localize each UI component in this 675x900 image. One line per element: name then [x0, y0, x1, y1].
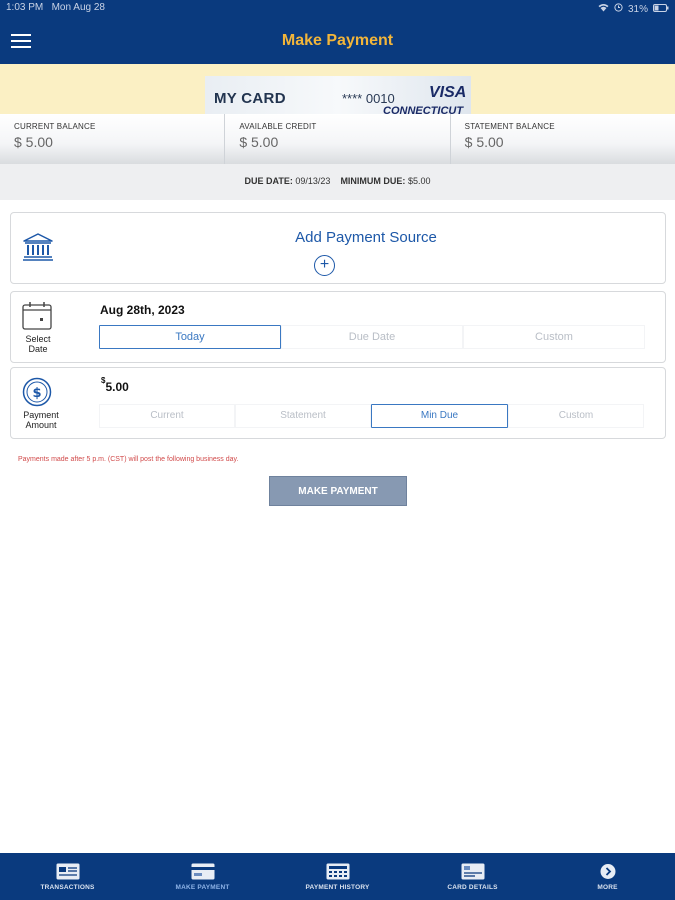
svg-text:$: $ — [32, 386, 41, 401]
visa-logo: VISA — [429, 84, 467, 101]
available-credit: AVAILABLE CREDIT $ 5.00 — [225, 114, 451, 164]
due-date-label: DUE DATE: — [244, 176, 293, 186]
due-date-value: 09/13/23 — [295, 176, 331, 186]
chevron-right-circle-icon — [596, 863, 620, 880]
alarm-icon — [614, 3, 623, 15]
nav-card-details[interactable]: CARD DETAILS — [405, 853, 540, 900]
card-list-icon — [56, 863, 80, 880]
calculator-icon — [326, 863, 350, 880]
select-date-label: Select Date — [25, 334, 51, 354]
date-option-due-date[interactable]: Due Date — [281, 325, 463, 349]
nav-make-payment[interactable]: MAKE PAYMENT — [135, 853, 270, 900]
nav-label: MORE — [597, 884, 618, 891]
nav-payment-history[interactable]: PAYMENT HISTORY — [270, 853, 405, 900]
due-info: DUE DATE: 09/13/23 MINIMUM DUE: $5.00 — [0, 164, 675, 200]
card-image: MY CARD **** 0010 VISA CONNECTICUT — [205, 76, 471, 114]
balance-summary: CURRENT BALANCE $ 5.00 AVAILABLE CREDIT … — [0, 114, 675, 164]
nav-label: TRANSACTIONS — [40, 884, 95, 891]
bank-icon — [22, 232, 54, 262]
statement-balance: STATEMENT BALANCE $ 5.00 — [451, 114, 675, 164]
app: 1:03 PM Mon Aug 28 31% Make Payment MY C… — [0, 0, 675, 900]
balance-value: $ 5.00 — [464, 134, 504, 150]
page-title: Make Payment — [281, 32, 394, 49]
select-date-panel: Select Date Aug 28th, 2023 Today Due Dat… — [10, 291, 666, 363]
wifi-icon — [598, 3, 609, 15]
amount-option-current[interactable]: Current — [99, 404, 235, 428]
amount-option-min-due[interactable]: Min Due — [371, 404, 508, 428]
date-options: Today Due Date Custom — [99, 325, 645, 349]
card-icon — [191, 863, 215, 880]
payment-amount-label-line1: Payment — [23, 410, 59, 420]
balance-value: $ 5.00 — [14, 134, 53, 150]
currency-symbol: $ — [101, 376, 106, 385]
make-payment-button[interactable]: MAKE PAYMENT — [269, 476, 407, 506]
payment-amount-value: $5.00 — [101, 376, 129, 394]
balance-label: CURRENT BALANCE — [14, 122, 96, 131]
top-bar: 1:03 PM Mon Aug 28 31% Make Payment — [0, 0, 675, 64]
status-date: Mon Aug 28 — [51, 2, 105, 13]
amount-option-statement[interactable]: Statement — [235, 404, 371, 428]
dollar-circle-icon: $ — [22, 377, 52, 407]
nav-more[interactable]: MORE — [540, 853, 675, 900]
amount-number: 5.00 — [105, 380, 129, 394]
card-details-icon — [461, 863, 485, 880]
bottom-nav: TRANSACTIONS MAKE PAYMENT PAYMENT HISTOR… — [0, 853, 675, 900]
minimum-due-value: $5.00 — [407, 176, 431, 186]
payment-amount-label-line2: Amount — [25, 420, 57, 430]
cutoff-notice: Payments made after 5 p.m. (CST) will po… — [18, 456, 239, 463]
battery-level: 31% — [627, 3, 648, 15]
balance-value: $ 5.00 — [239, 134, 279, 150]
amount-options: Current Statement Min Due Custom — [99, 404, 644, 428]
status-time: 1:03 PM — [6, 2, 44, 13]
add-circle-icon[interactable]: + — [314, 255, 335, 276]
card-sub-text: CONNECTICUT — [383, 105, 464, 114]
minimum-due-label: MINIMUM DUE: — [340, 176, 406, 186]
amount-option-custom[interactable]: Custom — [508, 404, 644, 428]
nav-transactions[interactable]: TRANSACTIONS — [0, 853, 135, 900]
balance-label: STATEMENT BALANCE — [464, 122, 555, 131]
status-bar: 1:03 PM Mon Aug 28 31% — [6, 2, 669, 16]
nav-label: PAYMENT HISTORY — [305, 884, 370, 891]
payment-amount-label: Payment Amount — [17, 410, 65, 430]
nav-label: MAKE PAYMENT — [175, 884, 230, 891]
card-label: MY CARD — [214, 90, 286, 107]
payment-amount-panel: $ Payment Amount $5.00 Current Statement… — [10, 367, 666, 439]
battery-icon — [653, 3, 669, 15]
card-banner: MY CARD **** 0010 VISA CONNECTICUT — [0, 64, 675, 114]
card-digits: **** 0010 — [342, 91, 395, 106]
selected-date-value: Aug 28th, 2023 — [100, 303, 185, 317]
current-balance: CURRENT BALANCE $ 5.00 — [0, 114, 226, 164]
date-option-custom[interactable]: Custom — [463, 325, 645, 349]
balance-label: AVAILABLE CREDIT — [239, 122, 317, 131]
calendar-icon — [22, 301, 52, 330]
date-option-today[interactable]: Today — [99, 325, 281, 349]
add-payment-source-link[interactable]: Add Payment Source — [251, 229, 481, 246]
nav-label: CARD DETAILS — [447, 884, 498, 891]
payment-source-panel[interactable]: Add Payment Source + — [10, 212, 666, 284]
